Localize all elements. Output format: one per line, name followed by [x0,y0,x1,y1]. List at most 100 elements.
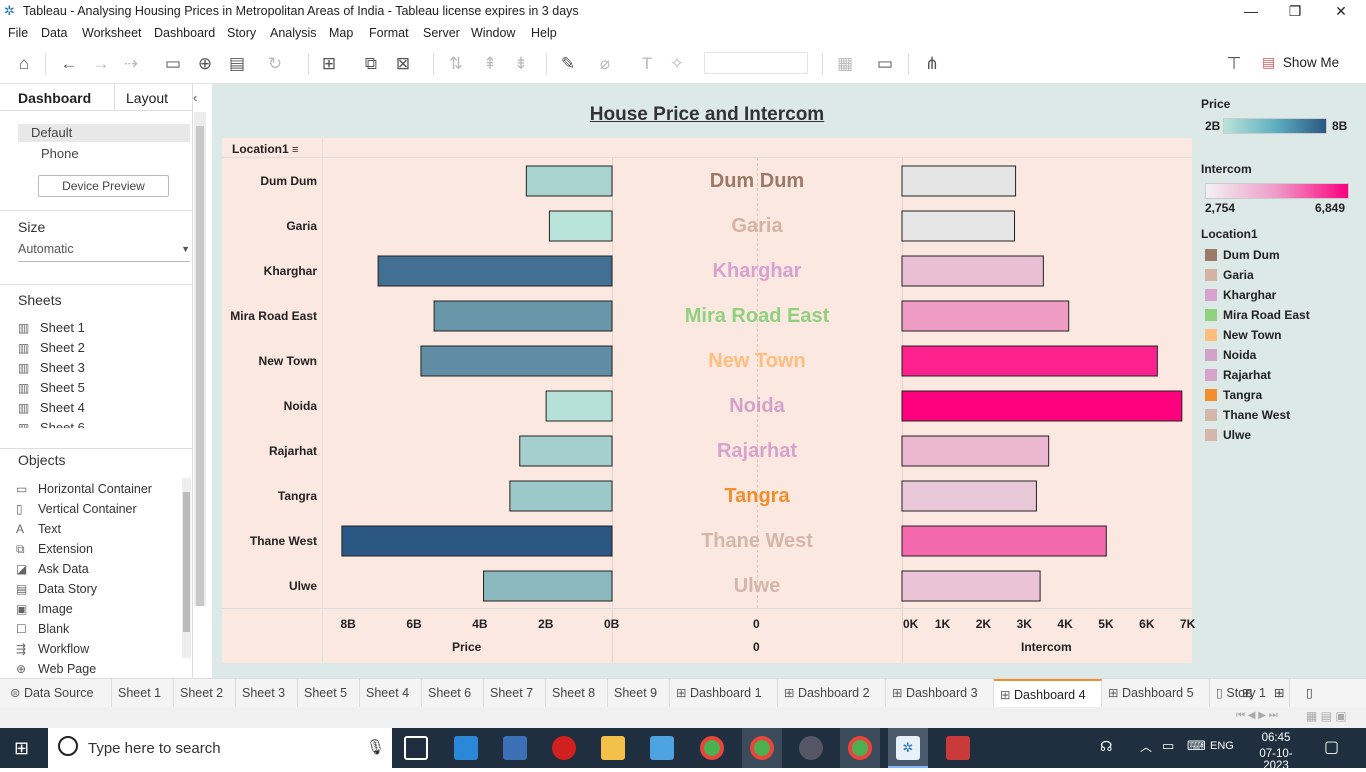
label-icon[interactable]: T [636,53,658,75]
menu-window[interactable]: Window [471,26,515,40]
obs-app-icon[interactable] [799,736,823,760]
new-worksheet-icon[interactable]: ⊞ [318,53,340,75]
location-legend-item[interactable]: Noida [1205,348,1256,362]
location-legend-item[interactable]: Kharghar [1205,288,1276,302]
people-icon[interactable]: ☊ [1100,738,1112,755]
sheet-item[interactable]: ▥ Sheet 5 [18,380,85,395]
save-icon[interactable]: ▭ [162,53,184,75]
menu-story[interactable]: Story [227,26,256,40]
menu-help[interactable]: Help [531,26,557,40]
clock-date[interactable]: 07-10-2023 [1250,748,1302,772]
sheet-tab[interactable]: ⊞ Dashboard 4 [994,679,1102,708]
sheet-tab[interactable]: Sheet 6 [422,679,484,708]
sheet-tab[interactable]: Sheet 7 [484,679,546,708]
size-select[interactable]: Automatic ▼ [18,242,190,262]
clear-sheet-icon[interactable]: ⊠ [392,53,414,75]
location-mark-label[interactable]: Ulwe [612,575,902,598]
opera-app-icon[interactable] [552,736,576,760]
sheet-tab[interactable]: Sheet 5 [298,679,360,708]
undo-icon[interactable]: ← [58,53,80,75]
sort-descending-icon[interactable]: ⇟ [510,53,532,75]
tab-dashboard[interactable]: Dashboard [18,90,91,106]
store-app-icon[interactable] [503,736,527,760]
sheet-item[interactable]: ▥ Sheet 4 [18,400,85,415]
location-legend-item[interactable]: Garia [1205,268,1254,282]
object-item[interactable]: A Text [16,522,61,536]
clock-time[interactable]: 06:45 [1250,732,1302,744]
location-mark-label[interactable]: Kharghar [612,260,902,283]
device-phone[interactable]: Phone [41,146,79,161]
share-icon[interactable]: ⋔ [921,53,943,75]
sheet-tab[interactable]: ⊜ Data Source [4,679,112,708]
device-default[interactable]: Default [18,124,190,142]
collapse-pane-icon[interactable]: ‹ [193,90,197,105]
sheet-tab[interactable]: Sheet 1 [112,679,174,708]
chrome-second-icon[interactable] [848,736,872,760]
other-app-icon[interactable] [946,736,970,760]
presentation-mode-icon[interactable]: ▭ [874,53,896,75]
object-item[interactable]: ⧉ Extension [16,542,93,557]
object-item[interactable]: ▯ Vertical Container [16,502,137,516]
task-view-icon[interactable] [404,736,428,760]
location-mark-label[interactable]: New Town [612,350,902,373]
object-item[interactable]: ▭ Horizontal Container [16,482,152,496]
menu-analysis[interactable]: Analysis [270,26,317,40]
sheet-tab[interactable]: Sheet 4 [360,679,422,708]
sheet-tab[interactable]: Sheet 3 [236,679,298,708]
object-item[interactable]: ▣ Image [16,602,73,616]
menu-server[interactable]: Server [423,26,460,40]
sheet-tab[interactable]: Sheet 8 [546,679,608,708]
location-mark-label[interactable]: Garia [612,215,902,238]
photos-app-icon[interactable] [650,736,674,760]
location-legend-item[interactable]: Thane West [1205,408,1290,422]
highlight-icon[interactable]: ✎ [557,53,579,75]
menu-dashboard[interactable]: Dashboard [154,26,215,40]
location-mark-label[interactable]: Thane West [612,530,902,553]
left-pane-scrollbar[interactable] [194,112,206,606]
sheet-tab[interactable]: ⊞ Dashboard 5 [1102,679,1210,708]
location-legend-item[interactable]: Mira Road East [1205,308,1310,322]
location-mark-label[interactable]: Noida [612,395,902,418]
mail-app-icon[interactable] [454,736,478,760]
format-painter-icon[interactable]: ⊤ [1223,53,1245,75]
object-item[interactable]: ☐ Blank [16,622,69,636]
group-icon[interactable]: ⌀ [594,53,616,75]
location-mark-label[interactable]: Rajarhat [612,440,902,463]
new-data-source-icon[interactable]: ⊕ [194,53,216,75]
swap-icon[interactable]: ⇅ [445,53,467,75]
replay-icon[interactable]: ⇢ [120,53,142,75]
minimize-button[interactable]: — [1228,2,1274,20]
location-mark-label[interactable]: Mira Road East [612,305,902,328]
new-dashboard-tab-icon[interactable]: ⊞ [1268,679,1298,708]
object-item[interactable]: ⇶ Workflow [16,642,89,656]
location-mark-label[interactable]: Dum Dum [612,170,902,193]
location-mark-label[interactable]: Tangra [612,485,902,508]
location-legend-item[interactable]: Rajarhat [1205,368,1271,382]
fit-dropdown[interactable] [704,52,808,74]
objects-scrollbar[interactable] [182,478,191,658]
chrome-app-icon[interactable] [700,736,724,760]
battery-icon[interactable]: ▭ [1162,738,1174,754]
menu-worksheet[interactable]: Worksheet [82,26,142,40]
refresh-icon[interactable]: ↻ [264,53,286,75]
tab-layout[interactable]: Layout [126,90,168,106]
windows-start-icon[interactable]: ⊞ [14,738,29,759]
location-legend-item[interactable]: Dum Dum [1205,248,1280,262]
menu-map[interactable]: Map [329,26,353,40]
menu-format[interactable]: Format [369,26,409,40]
pause-updates-icon[interactable]: ▤ [226,53,248,75]
restore-button[interactable]: ❐ [1272,2,1318,20]
sheet-tab[interactable]: ⊞ Dashboard 2 [778,679,886,708]
language-indicator[interactable]: ENG [1210,740,1234,752]
sheet-item[interactable]: ▥ Sheet 1 [18,320,85,335]
duplicate-icon[interactable]: ⧉ [360,53,382,75]
object-item[interactable]: ⊕ Web Page [16,662,96,676]
sheet-tab[interactable]: ⊞ Dashboard 1 [670,679,778,708]
sheet-item[interactable]: ▥ Sheet 6 [18,420,85,428]
tab-nav-icons[interactable]: ⏮ ◀ ▶ ⏭ [1236,710,1278,721]
new-story-tab-icon[interactable]: ▯ [1300,679,1330,708]
show-cards-icon[interactable]: ▦ [834,53,856,75]
object-item[interactable]: ▤ Data Story [16,582,97,596]
close-button[interactable]: ✕ [1318,2,1364,20]
tableau-app-icon[interactable]: ✲ [896,736,920,760]
